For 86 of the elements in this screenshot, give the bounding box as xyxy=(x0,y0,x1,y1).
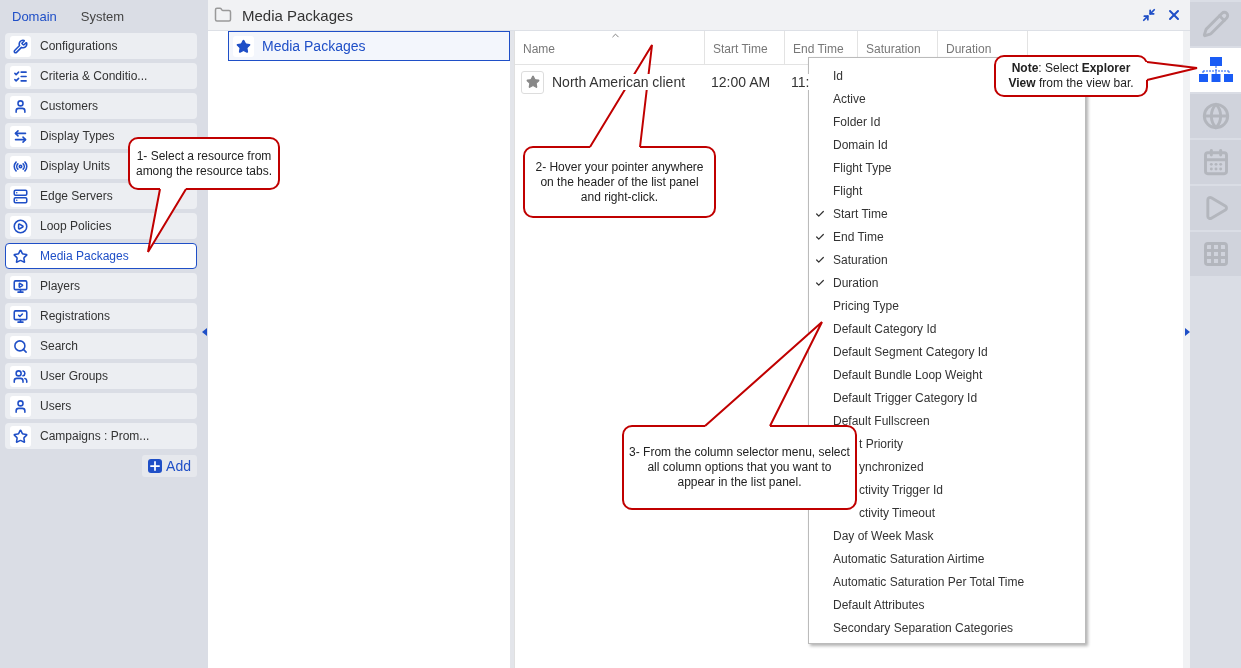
check-icon xyxy=(815,231,825,242)
menu-item[interactable]: Default Bundle Loop Weight xyxy=(809,363,1085,386)
resource-icon xyxy=(10,35,31,57)
menu-item[interactable]: Start Time xyxy=(809,202,1085,225)
resource-label: Display Units xyxy=(40,159,111,173)
nav-tab[interactable]: System xyxy=(80,9,125,24)
package-icon xyxy=(521,70,544,94)
pencil-icon xyxy=(1201,10,1230,38)
check-icon xyxy=(815,254,825,265)
callout-tooltip: Note: Select Explorer View from the view bar. xyxy=(994,55,1148,97)
menu-item[interactable]: Default Trigger Category Id xyxy=(809,386,1085,409)
panel-title: Media Packages xyxy=(242,6,354,24)
resource-label: Users xyxy=(40,399,72,413)
resource-tab[interactable]: Criteria & Conditio... xyxy=(5,63,197,89)
resource-label: Display Types xyxy=(40,129,115,143)
menu-item[interactable]: Default Category Id xyxy=(809,317,1085,340)
resource-icon xyxy=(10,155,31,177)
grid-icon xyxy=(1201,240,1230,268)
resource-tab[interactable]: Search xyxy=(5,333,197,359)
column-header[interactable]: Start Time xyxy=(705,31,785,64)
resource-tab[interactable]: Players xyxy=(5,273,197,299)
add-button[interactable]: Add xyxy=(142,455,197,477)
resource-icon xyxy=(10,95,31,117)
calendar-icon xyxy=(1201,148,1230,176)
resource-icon xyxy=(10,185,31,207)
menu-item[interactable]: Flight Type xyxy=(809,156,1085,179)
resource-icon xyxy=(10,125,31,147)
resource-label: Edge Servers xyxy=(40,189,113,203)
expand-icon[interactable] xyxy=(1185,328,1190,336)
resource-label: Campaigns : Prom... xyxy=(40,429,150,443)
package-icon xyxy=(233,35,254,57)
plus-icon xyxy=(148,459,163,473)
resource-label: Loop Policies xyxy=(40,219,112,233)
menu-item[interactable]: Pricing Type xyxy=(809,294,1085,317)
menu-item[interactable]: Day of Week Mask xyxy=(809,524,1085,547)
menu-item[interactable]: Automatic Saturation Airtime xyxy=(809,547,1085,570)
hierarchy-icon xyxy=(1198,57,1233,83)
resource-icon xyxy=(10,215,31,237)
view-button[interactable] xyxy=(1190,48,1241,92)
check-icon xyxy=(815,277,825,288)
table-cell: 11: xyxy=(791,74,810,90)
menu-item[interactable]: Folder Id xyxy=(809,110,1085,133)
callout-tooltip: 3- From the column selector menu, select all column options that you want to appear in the list panel. xyxy=(622,425,857,510)
table-cell: North American client xyxy=(552,74,686,90)
resource-tab[interactable]: Configurations xyxy=(5,33,197,59)
resource-icon xyxy=(10,305,31,327)
menu-item[interactable]: End Time xyxy=(809,225,1085,248)
resource-icon xyxy=(10,275,31,297)
resource-tab[interactable]: Customers xyxy=(5,93,197,119)
menu-item[interactable]: Domain Id xyxy=(809,133,1085,156)
resource-icon xyxy=(10,65,31,87)
menu-item[interactable]: Default Segment Category Id xyxy=(809,340,1085,363)
callout-pointer xyxy=(147,187,187,253)
tree-label: Media Packages xyxy=(262,38,366,54)
menu-item[interactable]: Secondary Separation Categories xyxy=(809,616,1085,639)
resource-label: Registrations xyxy=(40,309,111,323)
resource-label: Criteria & Conditio... xyxy=(40,69,148,83)
nav-tab[interactable]: Domain xyxy=(12,9,57,24)
resource-tab[interactable]: Registrations xyxy=(5,303,197,329)
tree-item[interactable]: Media Packages xyxy=(228,31,510,61)
menu-item[interactable]: Saturation xyxy=(809,248,1085,271)
resource-label: User Groups xyxy=(40,369,109,383)
resource-label: Players xyxy=(40,279,80,293)
resource-icon xyxy=(10,335,31,357)
resource-tab[interactable]: Users xyxy=(5,393,197,419)
close-icon[interactable] xyxy=(1166,7,1182,23)
resource-tab[interactable]: User Groups xyxy=(5,363,197,389)
resource-icon xyxy=(10,395,31,417)
menu-item[interactable]: Flight xyxy=(809,179,1085,202)
table-cell: 12:00 AM xyxy=(711,74,771,90)
menu-item[interactable]: Default Attributes xyxy=(809,593,1085,616)
resource-tab[interactable]: Campaigns : Prom... xyxy=(5,423,197,449)
resource-label: Search xyxy=(40,339,79,353)
resource-tab[interactable]: Loop Policies xyxy=(5,213,197,239)
check-icon xyxy=(815,208,825,219)
resource-label: Configurations xyxy=(40,39,118,53)
restore-icon[interactable] xyxy=(1142,8,1156,22)
resource-label: Customers xyxy=(40,99,98,113)
folder-icon xyxy=(214,6,232,24)
resource-icon xyxy=(10,425,31,447)
resource-label: Media Packages xyxy=(40,249,129,263)
menu-item[interactable]: Duration xyxy=(809,271,1085,294)
collapse-icon[interactable] xyxy=(202,328,207,336)
resource-icon xyxy=(10,365,31,387)
menu-item[interactable]: Automatic Saturation Per Total Time xyxy=(809,570,1085,593)
globe-icon xyxy=(1201,102,1230,130)
